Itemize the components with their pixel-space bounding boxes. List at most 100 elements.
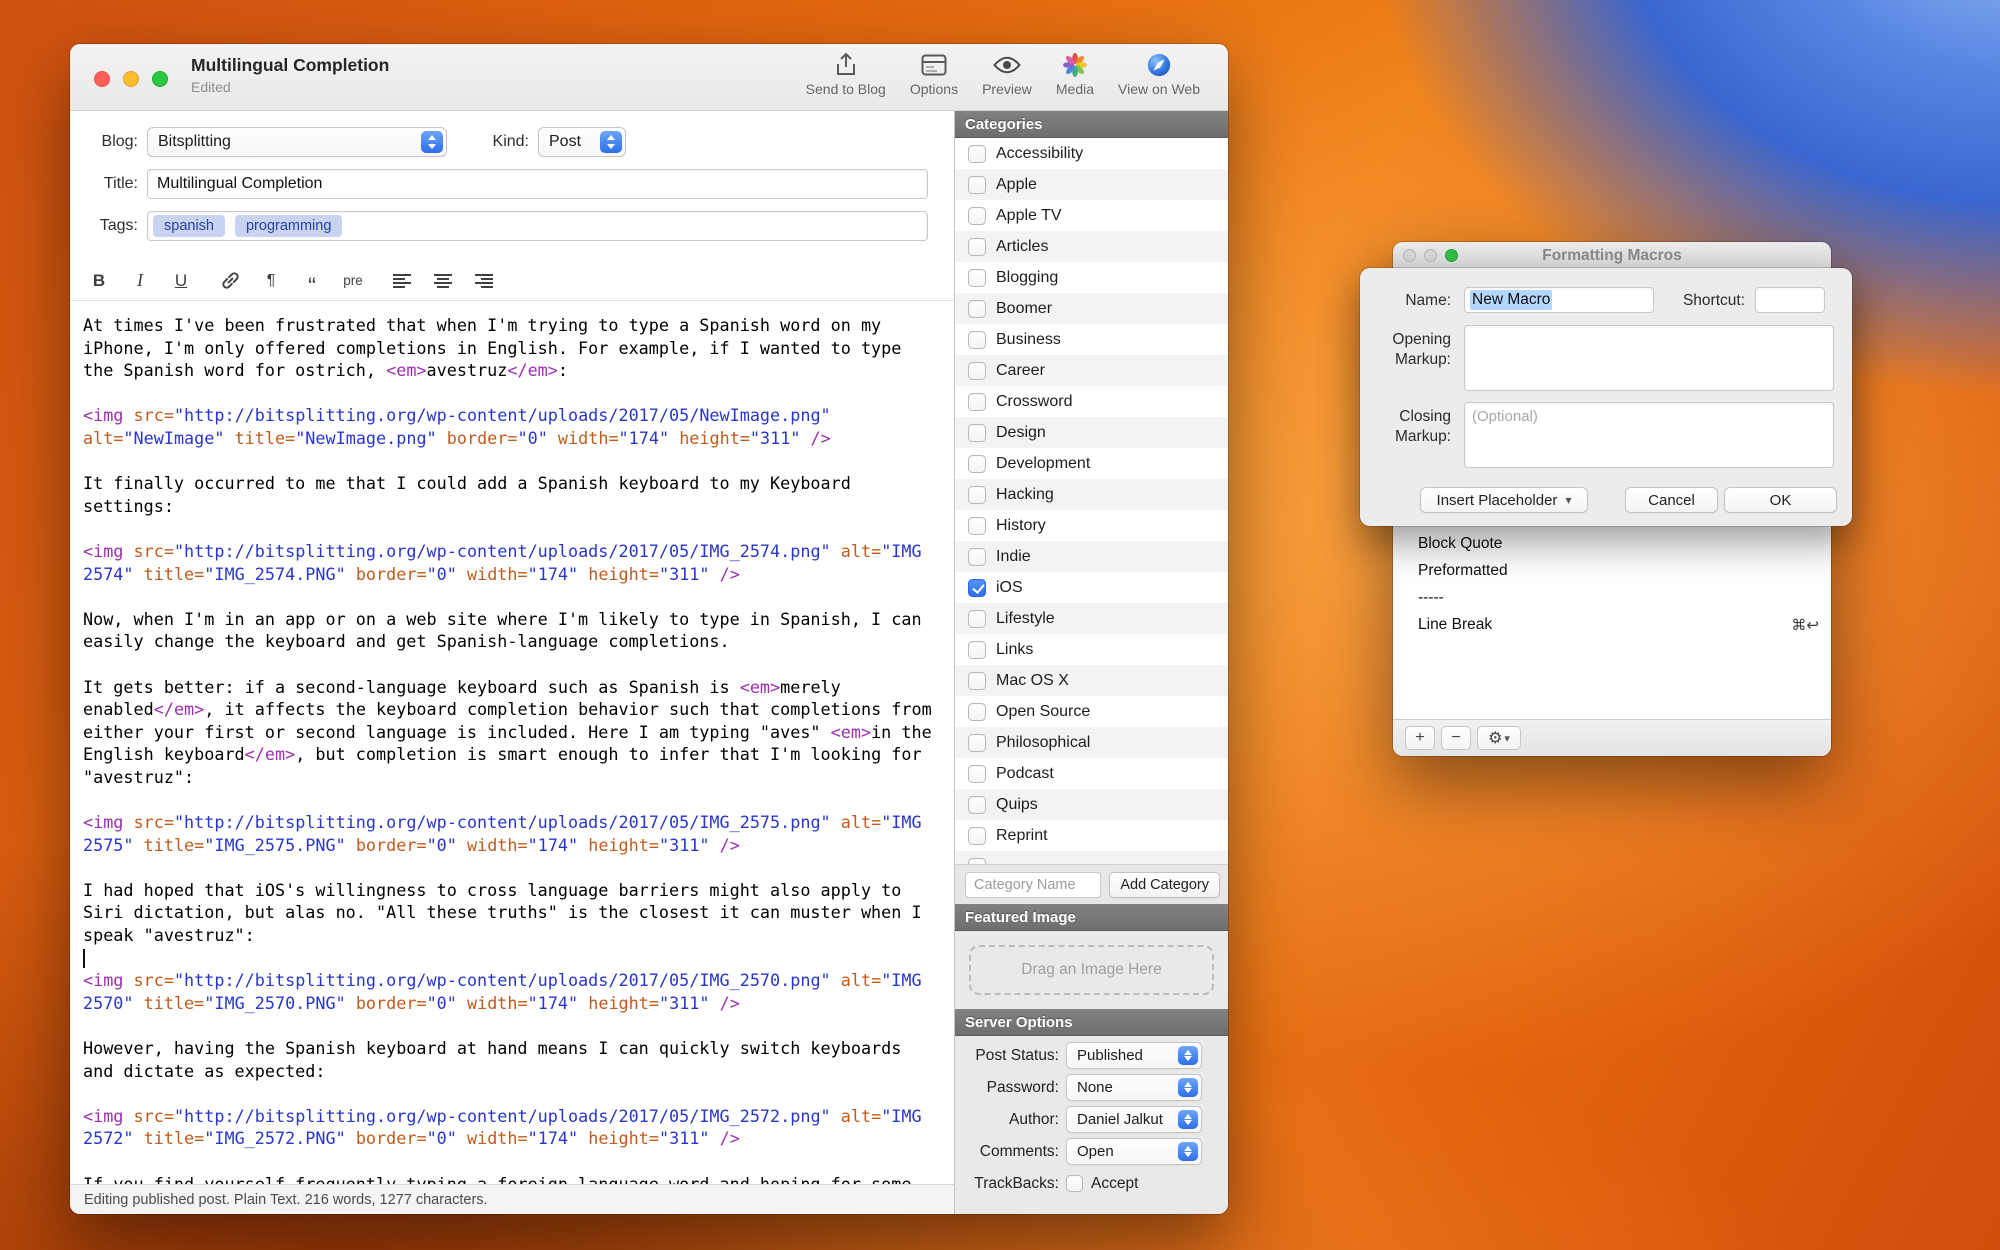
category-checkbox[interactable] [968,703,986,721]
category-row[interactable]: Open Source [955,696,1228,727]
editor-paragraph[interactable]: Now, when I'm in an app or on a web site… [83,608,934,653]
align-center-button[interactable] [428,267,458,295]
category-row[interactable]: Philosophical [955,727,1228,758]
category-row[interactable]: Lifestyle [955,603,1228,634]
ok-button[interactable]: OK [1724,487,1837,513]
category-checkbox[interactable] [968,362,986,380]
category-checkbox[interactable] [968,486,986,504]
add-macro-button[interactable]: + [1405,726,1435,750]
editor-paragraph[interactable]: <img src="http://bitsplitting.org/wp-con… [83,540,934,585]
preview-button[interactable]: Preview [982,51,1032,97]
close-button[interactable] [94,71,110,87]
minimize-button[interactable] [1424,249,1437,262]
italic-button[interactable]: I [125,267,155,295]
link-button[interactable] [215,267,245,295]
category-row[interactable]: Crossword [955,386,1228,417]
author-popup[interactable]: Daniel Jalkut [1066,1106,1202,1133]
category-checkbox[interactable] [968,734,986,752]
category-row[interactable]: Podcast [955,758,1228,789]
underline-button[interactable]: U [166,267,196,295]
preformatted-button[interactable]: pre [338,267,368,295]
blockquote-button[interactable]: “ [297,267,327,295]
category-row[interactable]: Boomer [955,293,1228,324]
macro-list-item[interactable]: Preformatted [1393,557,1831,584]
macro-list-item[interactable]: Block Quote [1393,530,1831,557]
category-row[interactable]: Career [955,355,1228,386]
editor-paragraph[interactable] [83,947,934,970]
category-checkbox[interactable] [968,610,986,628]
view-on-web-button[interactable]: View on Web [1118,51,1200,97]
minimize-button[interactable] [123,71,139,87]
editor-paragraph[interactable]: I had hoped that iOS's willingness to cr… [83,879,934,947]
macro-list-item[interactable]: ----- [1393,584,1831,611]
editor-paragraph[interactable]: It finally occurred to me that I could a… [83,472,934,517]
align-right-button[interactable] [469,267,499,295]
category-checkbox[interactable] [968,300,986,318]
remove-macro-button[interactable]: − [1441,726,1471,750]
insert-placeholder-button[interactable]: Insert Placeholder ▾ [1420,487,1588,513]
tag-token[interactable]: spanish [153,215,225,237]
editor-paragraph[interactable]: <img src="http://bitsplitting.org/wp-con… [83,811,934,856]
category-row[interactable]: Accessibility [955,138,1228,169]
zoom-button[interactable] [1445,249,1458,262]
category-checkbox[interactable] [968,858,986,865]
category-row[interactable]: Apple [955,169,1228,200]
image-drop-zone[interactable]: Drag an Image Here [969,945,1214,995]
add-category-button[interactable]: Add Category [1109,872,1220,898]
category-row[interactable] [955,851,1228,864]
category-checkbox[interactable] [968,424,986,442]
category-checkbox[interactable] [968,641,986,659]
category-row[interactable]: Quips [955,789,1228,820]
category-checkbox[interactable] [968,517,986,535]
trackbacks-checkbox[interactable] [1066,1175,1083,1192]
category-row[interactable]: Design [955,417,1228,448]
editor-paragraph[interactable]: <img src="http://bitsplitting.org/wp-con… [83,1105,934,1150]
macro-shortcut-field[interactable] [1755,287,1825,313]
editor-paragraph[interactable]: If you find yourself frequently typing a… [83,1173,934,1184]
editor-paragraph[interactable]: However, having the Spanish keyboard at … [83,1037,934,1082]
opening-markup-textarea[interactable] [1464,325,1834,391]
category-checkbox[interactable] [968,207,986,225]
editor-paragraph[interactable]: It gets better: if a second-language key… [83,676,934,789]
category-checkbox[interactable] [968,827,986,845]
close-button[interactable] [1403,249,1416,262]
category-row[interactable]: Blogging [955,262,1228,293]
category-checkbox[interactable] [968,269,986,287]
send-to-blog-button[interactable]: Send to Blog [806,51,886,97]
category-row[interactable]: Articles [955,231,1228,262]
macro-actions-button[interactable]: ⚙ ▾ [1477,726,1521,750]
closing-markup-textarea[interactable] [1464,402,1834,468]
tag-token[interactable]: programming [235,215,342,237]
align-left-button[interactable] [387,267,417,295]
macro-list-item[interactable]: Line Break⌘↩ [1393,611,1831,638]
bold-button[interactable]: B [84,267,114,295]
editor-paragraph[interactable]: <img src="http://bitsplitting.org/wp-con… [83,969,934,1014]
category-row[interactable]: Hacking [955,479,1228,510]
category-checkbox[interactable] [968,176,986,194]
category-row[interactable]: History [955,510,1228,541]
kind-popup[interactable]: Post [538,127,626,157]
category-row[interactable]: Mac OS X [955,665,1228,696]
category-row[interactable]: Apple TV [955,200,1228,231]
options-button[interactable]: Options [910,51,958,97]
category-checkbox[interactable] [968,548,986,566]
category-checkbox[interactable] [968,796,986,814]
category-row[interactable]: Reprint [955,820,1228,851]
category-checkbox[interactable] [968,393,986,411]
macro-name-field[interactable]: New Macro [1464,287,1654,313]
category-row[interactable]: Business [955,324,1228,355]
category-row[interactable]: iOS [955,572,1228,603]
category-checkbox[interactable] [968,238,986,256]
comments-popup[interactable]: Open [1066,1138,1202,1165]
paragraph-button[interactable]: ¶ [256,267,286,295]
media-button[interactable]: Media [1056,51,1094,97]
category-checkbox[interactable] [968,672,986,690]
title-input[interactable] [147,169,928,199]
category-checkbox[interactable] [968,765,986,783]
category-row[interactable]: Links [955,634,1228,665]
post-status-popup[interactable]: Published [1066,1042,1202,1069]
category-row[interactable]: Development [955,448,1228,479]
cancel-button[interactable]: Cancel [1625,487,1718,513]
category-row[interactable]: Indie [955,541,1228,572]
category-checkbox[interactable] [968,455,986,473]
